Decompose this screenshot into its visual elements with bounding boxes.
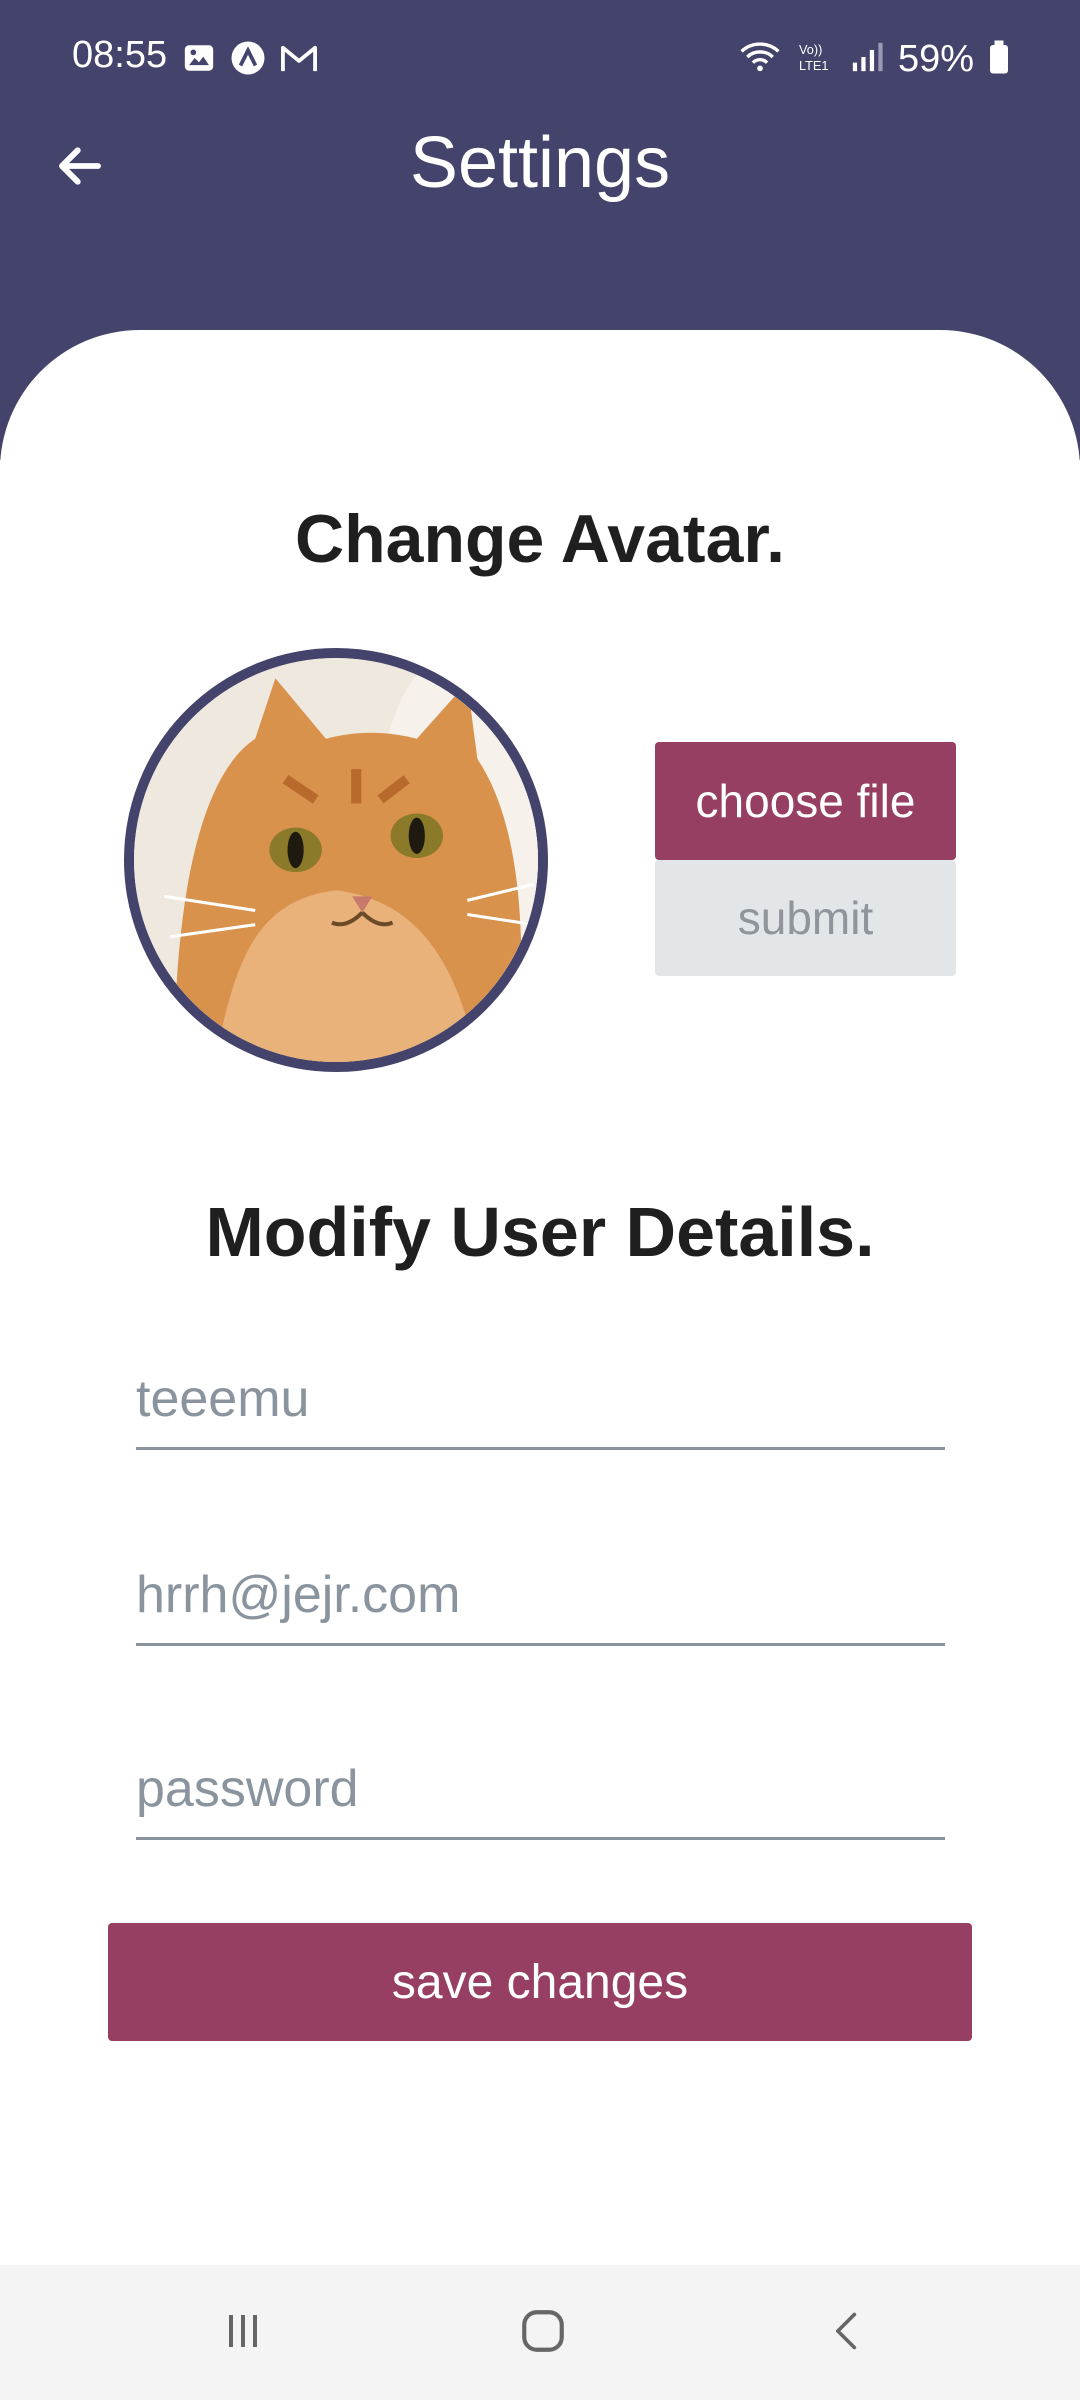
image-icon [182,41,216,75]
navigation-bar [0,2265,1080,2400]
battery-icon [988,39,1010,80]
password-field [136,1740,945,1840]
status-time: 08:55 [72,34,168,76]
modify-details-heading: Modify User Details. [205,1193,875,1271]
change-avatar-heading: Change Avatar. [294,501,785,577]
svg-text:Vo)): Vo)) [799,42,822,57]
settings-screen: 08:55 Vo)) LTE1 59% Settings Change Avat… [0,0,1080,2400]
app-icon [230,40,266,76]
wifi-icon [738,40,782,79]
volte-icon: Vo)) LTE1 [796,40,836,79]
status-bar: 08:55 Vo)) LTE1 59% [0,0,1080,120]
password-input[interactable] [136,1740,945,1837]
back-icon [825,2307,869,2360]
username-input[interactable] [136,1350,945,1447]
svg-text:LTE1: LTE1 [799,58,829,73]
email-input[interactable] [136,1546,945,1643]
recent-apps-icon [219,2307,267,2360]
save-changes-button[interactable]: save changes [108,1923,972,2041]
page-title: Settings [409,123,671,203]
system-icons: Vo)) LTE1 59% [738,38,1010,81]
battery-percent: 59% [897,38,974,80]
username-field [136,1350,945,1450]
email-field [136,1546,945,1646]
recent-apps-button[interactable] [198,2295,288,2371]
home-button[interactable] [498,2295,588,2371]
home-icon [518,2306,568,2361]
cat-photo [134,658,538,1062]
avatar [124,648,548,1072]
notification-icons [182,40,318,76]
submit-button[interactable]: submit [655,860,956,976]
nav-back-button[interactable] [802,2295,892,2371]
gmail-icon [280,41,318,75]
choose-file-button[interactable]: choose file [655,742,956,860]
signal-icon [850,40,884,79]
